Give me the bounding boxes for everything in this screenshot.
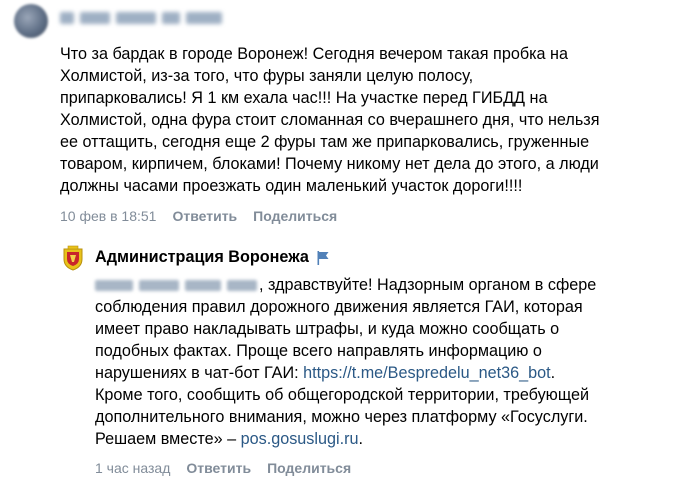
reply-text-line: соблюдения правил дорожного движения явл… bbox=[95, 298, 583, 316]
reply-text-line: нарушениях в чат-бот ГАИ: https://t.me/B… bbox=[95, 362, 655, 384]
portal-line-suffix: . bbox=[358, 430, 363, 448]
reply-text-line: дополнительного внимания, можно через пл… bbox=[95, 408, 588, 426]
flag-icon bbox=[317, 250, 329, 265]
comment-timestamp[interactable]: 10 фев в 18:51 bbox=[60, 207, 156, 225]
avatar[interactable] bbox=[14, 4, 48, 38]
share-button[interactable]: Поделиться bbox=[253, 207, 337, 225]
addressee-name-blurred[interactable] bbox=[95, 280, 257, 292]
portal-line-prefix: Решаем вместе» – bbox=[95, 430, 241, 448]
portal-link[interactable]: pos.gosuslugi.ru bbox=[241, 430, 359, 448]
reply-meta: 1 час назад Ответить Поделиться bbox=[95, 459, 351, 477]
author-name-blurred[interactable] bbox=[60, 12, 222, 24]
comment-text-line: припарковались! Я 1 км ехала час!!! На у… bbox=[60, 89, 548, 107]
reply-text-line: Кроме того, сообщить об общегородской те… bbox=[95, 386, 590, 404]
link-line-prefix: нарушениях в чат-бот ГАИ: bbox=[95, 364, 304, 382]
reply-header: Администрация Воронежа bbox=[95, 248, 329, 267]
reply-text-line: подобных фактах. Проще всего направлять … bbox=[95, 342, 542, 360]
reply-text-line: имеет право накладывать штрафы, и куда м… bbox=[95, 320, 560, 338]
coat-of-arms-icon[interactable] bbox=[62, 245, 84, 271]
comment-text-line: ее оттащить, сегодня еще 2 фуры там же п… bbox=[60, 133, 590, 151]
reply-button[interactable]: Ответить bbox=[172, 207, 237, 225]
link-line-suffix: . bbox=[550, 364, 556, 382]
reply-text-line: , здравствуйте! Надзорным органом в сфер… bbox=[95, 274, 655, 296]
reply-timestamp[interactable]: 1 час назад bbox=[95, 459, 170, 477]
reply-text-line: Решаем вместе» – pos.gosuslugi.ru. bbox=[95, 428, 655, 450]
comment-text: Что за бардак в городе Воронеж! Сегодня … bbox=[60, 43, 620, 197]
reply-author-name[interactable]: Администрация Воронежа bbox=[95, 248, 309, 267]
comment-text-line: Холмистой, одна фура стоит сломанная со … bbox=[60, 111, 600, 129]
comment-text-line: Холмистой, из-за того, что фуры заняли ц… bbox=[60, 67, 474, 85]
comment-meta: 10 фев в 18:51 Ответить Поделиться bbox=[60, 207, 337, 225]
reply-text: , здравствуйте! Надзорным органом в сфер… bbox=[95, 274, 655, 450]
comment-text-line: товаром, кирпичем, блоками! Почему ником… bbox=[60, 155, 599, 173]
comment-text-line: должны часами проезжать один маленький у… bbox=[60, 177, 523, 195]
share-button[interactable]: Поделиться bbox=[267, 459, 351, 477]
bot-link[interactable]: https://t.me/Bespredelu_net36_bot bbox=[303, 364, 550, 382]
reply-button[interactable]: Ответить bbox=[186, 459, 251, 477]
comment-text-line: Что за бардак в городе Воронеж! Сегодня … bbox=[60, 45, 568, 63]
reply-greeting: , здравствуйте! Надзорным органом в сфер… bbox=[259, 276, 597, 294]
